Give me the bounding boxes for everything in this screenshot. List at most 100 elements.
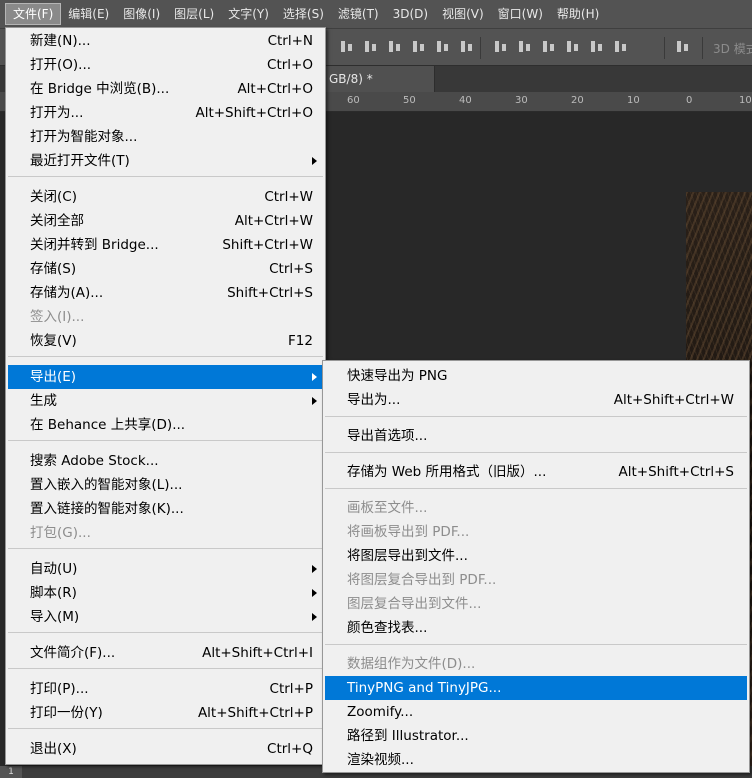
- menu-3d[interactable]: 3D(D): [386, 3, 435, 25]
- submenu-item-save-for-web-legacy[interactable]: 存储为 Web 所用格式（旧版）... Alt+Shift+Ctrl+S: [325, 460, 747, 484]
- submenu-arrow-icon: [312, 397, 317, 405]
- menu-window[interactable]: 窗口(W): [491, 3, 550, 25]
- submenu-item-export-as[interactable]: 导出为... Alt+Shift+Ctrl+W: [325, 388, 747, 412]
- toolbar-divider: [702, 37, 703, 59]
- submenu-arrow-icon: [312, 565, 317, 573]
- menu-separator: [8, 632, 323, 633]
- distribute-bottom-icon[interactable]: [542, 39, 557, 55]
- menu-item-automate[interactable]: 自动(U): [8, 557, 323, 581]
- menu-separator: [325, 488, 747, 489]
- ruler-label: 40: [459, 95, 472, 106]
- distribute-left-icon[interactable]: [566, 39, 581, 55]
- menu-item-open[interactable]: 打开(O)... Ctrl+O: [8, 53, 323, 77]
- document-tab[interactable]: GB/8) *: [315, 66, 435, 92]
- auto-align-group: [676, 39, 691, 55]
- ruler-label: 10: [627, 95, 640, 106]
- submenu-arrow-icon: [312, 613, 317, 621]
- align-hcenter-icon[interactable]: [436, 39, 451, 55]
- menu-item-save[interactable]: 存储(S) Ctrl+S: [8, 257, 323, 281]
- menu-type[interactable]: 文字(Y): [221, 3, 276, 25]
- status-page-indicator: 1: [0, 766, 22, 778]
- menu-item-save-as[interactable]: 存储为(A)... Shift+Ctrl+S: [8, 281, 323, 305]
- menu-separator: [8, 440, 323, 441]
- menu-item-close[interactable]: 关闭(C) Ctrl+W: [8, 185, 323, 209]
- menu-separator: [325, 416, 747, 417]
- ruler-label: 50: [403, 95, 416, 106]
- menu-item-close-all[interactable]: 关闭全部 Alt+Ctrl+W: [8, 209, 323, 233]
- submenu-item-tinypng[interactable]: TinyPNG and TinyJPG...: [325, 676, 747, 700]
- menu-separator: [325, 452, 747, 453]
- menu-item-exit[interactable]: 退出(X) Ctrl+Q: [8, 737, 323, 761]
- distribute-right-icon[interactable]: [614, 39, 629, 55]
- menu-layer[interactable]: 图层(L): [167, 3, 221, 25]
- menu-edit[interactable]: 编辑(E): [61, 3, 116, 25]
- menu-item-package: 打包(G)...: [30, 525, 91, 541]
- distribute-buttons-group: [494, 39, 629, 55]
- 3d-mode-label: 3D 模式: [713, 42, 752, 56]
- toolbar-divider: [480, 37, 481, 59]
- menu-separator: [325, 644, 747, 645]
- menu-item-share-on-behance[interactable]: 在 Behance 上共享(D)...: [8, 413, 323, 437]
- menu-item-new[interactable]: 新建(N)... Ctrl+N: [8, 29, 323, 53]
- menu-item-file-info[interactable]: 文件简介(F)... Alt+Shift+Ctrl+I: [8, 641, 323, 665]
- submenu-arrow-icon: [312, 589, 317, 597]
- menu-separator: [8, 356, 323, 357]
- menu-item-open-recent[interactable]: 最近打开文件(T): [8, 149, 323, 173]
- menu-separator: [8, 176, 323, 177]
- submenu-item-color-lookup-tables[interactable]: 颜色查找表...: [325, 616, 747, 640]
- menu-item-print-one-copy[interactable]: 打印一份(Y) Alt+Shift+Ctrl+P: [8, 701, 323, 725]
- submenu-item-export-preferences[interactable]: 导出首选项...: [325, 424, 747, 448]
- align-left-icon[interactable]: [412, 39, 427, 55]
- menu-item-open-as[interactable]: 打开为... Alt+Shift+Ctrl+O: [8, 101, 323, 125]
- distribute-top-icon[interactable]: [494, 39, 509, 55]
- submenu-item-zoomify[interactable]: Zoomify...: [325, 700, 747, 724]
- menu-item-scripts[interactable]: 脚本(R): [8, 581, 323, 605]
- menu-item-import[interactable]: 导入(M): [8, 605, 323, 629]
- menu-item-revert[interactable]: 恢复(V) F12: [8, 329, 323, 353]
- submenu-item-paths-to-illustrator[interactable]: 路径到 Illustrator...: [325, 724, 747, 748]
- ruler-label: 0: [686, 95, 693, 106]
- submenu-item-artboards-to-pdf: 将画板导出到 PDF...: [347, 524, 470, 540]
- submenu-item-layer-comps-to-files: 图层复合导出到文件...: [347, 596, 482, 612]
- menu-separator: [8, 548, 323, 549]
- menu-bar: 文件(F) 编辑(E) 图像(I) 图层(L) 文字(Y) 选择(S) 滤镜(T…: [0, 0, 752, 28]
- export-submenu: 快速导出为 PNG 导出为... Alt+Shift+Ctrl+W 导出首选项..…: [322, 360, 750, 773]
- ruler-label: 10: [739, 95, 752, 106]
- menu-item-place-embedded[interactable]: 置入嵌入的智能对象(L)...: [8, 473, 323, 497]
- align-right-icon[interactable]: [460, 39, 475, 55]
- menu-separator: [8, 668, 323, 669]
- menu-item-place-linked[interactable]: 置入链接的智能对象(K)...: [8, 497, 323, 521]
- submenu-item-render-video[interactable]: 渲染视频...: [325, 748, 747, 772]
- menu-file[interactable]: 文件(F): [5, 3, 62, 25]
- menu-item-print[interactable]: 打印(P)... Ctrl+P: [8, 677, 323, 701]
- menu-select[interactable]: 选择(S): [276, 3, 331, 25]
- menu-view[interactable]: 视图(V): [435, 3, 491, 25]
- submenu-item-artboards-to-files: 画板至文件...: [347, 500, 428, 516]
- submenu-item-quick-export-png[interactable]: 快速导出为 PNG: [325, 364, 747, 388]
- align-vcenter-icon[interactable]: [364, 39, 379, 55]
- align-bottom-icon[interactable]: [388, 39, 403, 55]
- auto-align-icon[interactable]: [676, 39, 691, 55]
- file-menu: 新建(N)... Ctrl+N 打开(O)... Ctrl+O 在 Bridge 中…: [5, 27, 326, 765]
- submenu-item-layer-comps-to-pdf: 将图层复合导出到 PDF...: [347, 572, 497, 588]
- menu-item-check-in: 签入(I)...: [30, 309, 85, 325]
- submenu-arrow-icon: [312, 157, 317, 165]
- menu-item-search-adobe-stock[interactable]: 搜索 Adobe Stock...: [8, 449, 323, 473]
- distribute-vcenter-icon[interactable]: [518, 39, 533, 55]
- ruler-label: 60: [347, 95, 360, 106]
- menu-image[interactable]: 图像(I): [116, 3, 167, 25]
- menu-item-browse-in-bridge[interactable]: 在 Bridge 中浏览(B)... Alt+Ctrl+O: [8, 77, 323, 101]
- menu-item-close-and-go-to-bridge[interactable]: 关闭并转到 Bridge... Shift+Ctrl+W: [8, 233, 323, 257]
- menu-item-generate[interactable]: 生成: [8, 389, 323, 413]
- align-buttons-group: [340, 39, 475, 55]
- menu-item-open-as-smart-object[interactable]: 打开为智能对象...: [8, 125, 323, 149]
- submenu-item-data-sets-as-files: 数据组作为文件(D)...: [347, 656, 476, 672]
- menu-item-export[interactable]: 导出(E): [8, 365, 323, 389]
- menu-help[interactable]: 帮助(H): [550, 3, 606, 25]
- align-top-icon[interactable]: [340, 39, 355, 55]
- submenu-arrow-icon: [312, 373, 317, 381]
- menu-separator: [8, 728, 323, 729]
- menu-filter[interactable]: 滤镜(T): [331, 3, 386, 25]
- submenu-item-layers-to-files[interactable]: 将图层导出到文件...: [325, 544, 747, 568]
- distribute-hcenter-icon[interactable]: [590, 39, 605, 55]
